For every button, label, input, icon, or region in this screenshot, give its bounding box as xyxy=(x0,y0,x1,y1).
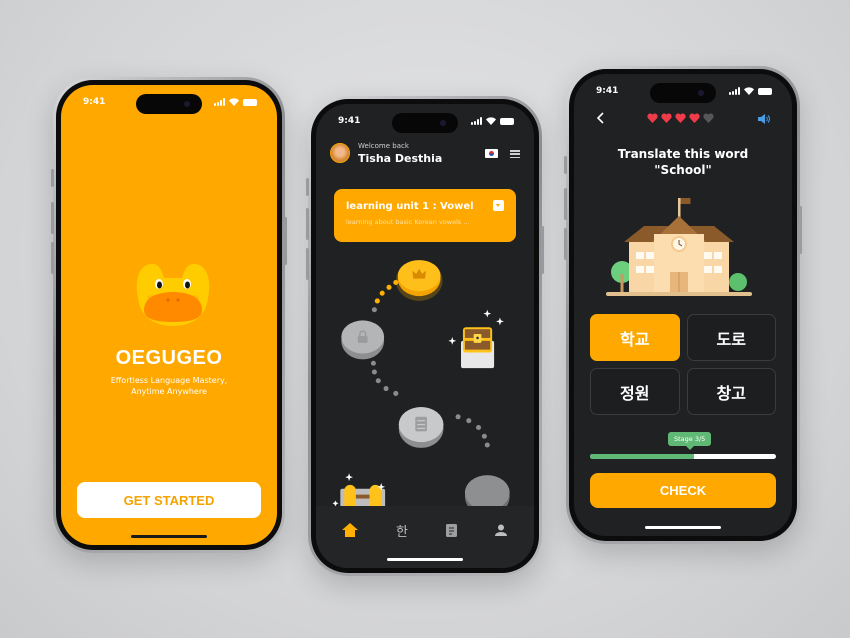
profile-icon xyxy=(495,524,507,536)
heart-empty-icon xyxy=(703,113,714,123)
duck-mascot-logo xyxy=(136,264,210,326)
answer-option[interactable]: 정원 xyxy=(590,368,680,415)
home-indicator[interactable] xyxy=(645,526,721,529)
speaker-audio-icon[interactable] xyxy=(758,114,770,124)
home-indicator[interactable] xyxy=(131,535,207,538)
status-time: 9:41 xyxy=(83,97,106,107)
notebook-icon xyxy=(445,523,457,537)
stage-tooltip: Stage 3/5 xyxy=(668,432,712,450)
cellular-signal-icon xyxy=(729,87,740,95)
answer-option[interactable]: 학교 xyxy=(590,314,680,361)
status-time: 9:41 xyxy=(596,86,619,96)
lives-hearts xyxy=(647,113,714,123)
app-tagline: Effortless Language Mastery, Anytime Any… xyxy=(61,375,277,397)
answer-option[interactable]: 도로 xyxy=(686,314,776,361)
prompt-line-1: Translate this word xyxy=(617,147,749,161)
wifi-icon xyxy=(744,87,754,95)
tab-notes[interactable] xyxy=(441,520,461,540)
check-button[interactable]: CHECK xyxy=(590,473,776,508)
answer-option[interactable]: 창고 xyxy=(686,368,776,415)
phone-onboarding: 9:41 OEGUGEO Effortless Language Mastery… xyxy=(51,77,287,553)
heart-full-icon xyxy=(689,113,700,123)
school-building-illustration xyxy=(606,198,752,296)
heart-full-icon xyxy=(675,113,686,123)
learning-path-screen: 9:41 Welcome back Tisha Desthia learning… xyxy=(316,104,534,568)
prompt-word: "School" xyxy=(654,163,712,177)
hangul-icon: 한 xyxy=(396,524,408,540)
learning-path-map xyxy=(332,260,510,517)
tagline-line-1: Effortless Language Mastery, xyxy=(110,376,228,385)
phone-quiz: 9:41 Translate this word "School" 학교 도로 … xyxy=(564,66,802,544)
path-dots-completed xyxy=(374,279,399,304)
phone-learning-path: 9:41 Welcome back Tisha Desthia learning… xyxy=(306,96,544,576)
battery-icon xyxy=(243,99,257,106)
path-node-crown[interactable] xyxy=(395,260,443,301)
tab-hangul[interactable]: 한 xyxy=(392,520,412,540)
path-node-checklist[interactable] xyxy=(398,407,444,448)
status-bar: 9:41 xyxy=(61,96,277,110)
get-started-button[interactable]: GET STARTED xyxy=(77,482,261,518)
path-node-locked-1[interactable] xyxy=(341,320,385,360)
tab-profile[interactable] xyxy=(491,520,511,540)
lock-icon xyxy=(357,336,368,343)
answer-options-grid: 학교 도로 정원 창고 xyxy=(590,314,776,415)
bottom-tab-bar: 한 xyxy=(316,506,534,568)
wifi-icon xyxy=(229,98,239,106)
progress-fill xyxy=(590,454,695,459)
heart-full-icon xyxy=(661,113,672,123)
quiz-screen: 9:41 Translate this word "School" 학교 도로 … xyxy=(574,74,792,536)
tab-home[interactable] xyxy=(340,520,360,540)
stage-progress-bar xyxy=(590,454,776,459)
app-brand-name: OEGUGEO xyxy=(115,347,223,369)
status-bar: 9:41 xyxy=(574,85,792,99)
path-node-treasure-chest[interactable] xyxy=(448,309,504,369)
tagline-line-2: Anytime Anywhere xyxy=(131,387,207,396)
heart-full-icon xyxy=(647,113,658,123)
cellular-signal-icon xyxy=(214,98,225,106)
back-chevron-icon[interactable] xyxy=(596,112,604,124)
battery-icon xyxy=(758,88,772,95)
quiz-prompt: Translate this word "School" xyxy=(574,146,792,178)
home-indicator[interactable] xyxy=(387,558,463,561)
onboarding-screen: 9:41 OEGUGEO Effortless Language Mastery… xyxy=(61,85,277,545)
home-icon xyxy=(342,523,358,537)
